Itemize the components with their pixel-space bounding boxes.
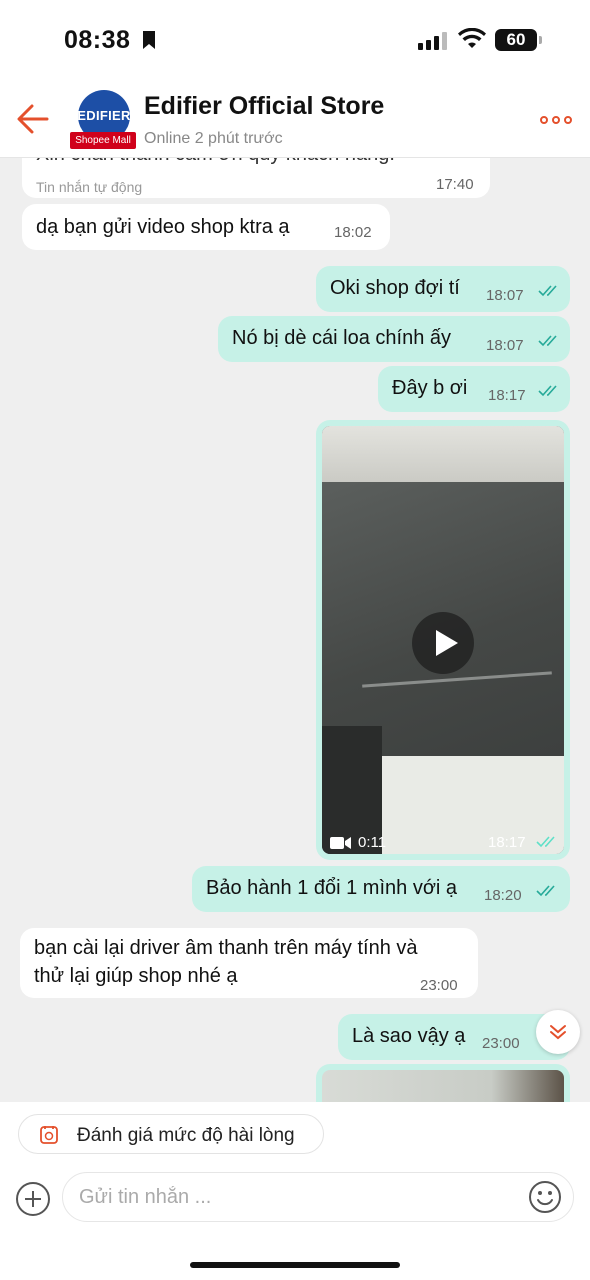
message-time: 17:40: [436, 176, 474, 193]
message-bubble-incoming: bạn cài lại driver âm thanh trên máy tín…: [20, 928, 478, 998]
home-indicator: [190, 1262, 400, 1268]
message-time: 18:02: [334, 224, 372, 241]
video-thumbnail[interactable]: 0:11 18:17: [322, 426, 564, 854]
message-video-outgoing[interactable]: [316, 1064, 570, 1102]
video-duration: 0:11: [358, 834, 387, 851]
rating-clipboard-icon: [40, 1126, 58, 1144]
message-time: 18:17: [488, 387, 526, 404]
composer-area: Đánh giá mức độ hài lòng: [0, 1102, 590, 1280]
avatar-brand-text: EDIFIER: [77, 108, 131, 123]
message-bubble-outgoing: Oki shop đợi tí 18:07: [316, 266, 570, 312]
read-ticks-icon: [536, 836, 555, 848]
message-bubble-outgoing: Là sao vậy ạ 23:00: [338, 1014, 570, 1060]
store-name[interactable]: Edifier Official Store: [144, 92, 384, 121]
video-frame-wall: [322, 426, 564, 486]
message-time: 18:07: [486, 337, 524, 354]
message-text-line: bạn cài lại driver âm thanh trên máy tín…: [34, 937, 418, 959]
message-text: Là sao vậy ạ: [352, 1025, 466, 1047]
message-bubble-outgoing: Đây b ơi 18:17: [378, 366, 570, 412]
message-text: Đây b ơi: [392, 377, 468, 399]
message-text: Xin chân thành cảm ơn quý khách hàng!: [36, 158, 476, 168]
add-attachment-button[interactable]: [16, 1182, 50, 1216]
chat-messages[interactable]: Xin chân thành cảm ơn quý khách hàng! Ti…: [0, 158, 590, 1102]
status-bar: 08:38 60: [0, 0, 590, 80]
message-time: 23:00: [482, 1035, 520, 1052]
back-arrow-icon[interactable]: [16, 102, 50, 136]
online-status: Online 2 phút trước: [144, 130, 283, 147]
message-time: 18:17: [488, 834, 526, 851]
message-time: 18:20: [484, 887, 522, 904]
store-avatar[interactable]: EDIFIER Shopee Mall: [70, 90, 136, 152]
scroll-to-bottom-button[interactable]: [536, 1010, 580, 1054]
message-time: 23:00: [420, 977, 458, 994]
read-ticks-icon: [538, 335, 557, 347]
battery-indicator: 60: [495, 29, 537, 51]
shopee-mall-badge: Shopee Mall: [70, 132, 136, 149]
message-text: Bảo hành 1 đổi 1 mình với ạ: [206, 877, 458, 899]
message-bubble-incoming: dạ bạn gửi video shop ktra ạ 18:02: [22, 204, 390, 250]
auto-message-label: Tin nhắn tự động: [36, 179, 143, 195]
bookmark-icon: [143, 31, 155, 49]
battery-cap: [539, 36, 542, 44]
message-text: dạ bạn gửi video shop ktra ạ: [36, 216, 290, 238]
rate-satisfaction-chip[interactable]: Đánh giá mức độ hài lòng: [18, 1114, 324, 1154]
status-time: 08:38: [64, 26, 131, 54]
message-bubble-outgoing: Bảo hành 1 đổi 1 mình với ạ 18:20: [192, 866, 570, 912]
rate-satisfaction-label: Đánh giá mức độ hài lòng: [77, 1125, 295, 1146]
message-text: Nó bị dè cái loa chính ấy: [232, 327, 452, 349]
chat-header: EDIFIER Shopee Mall Edifier Official Sto…: [0, 80, 590, 158]
message-time: 18:07: [486, 287, 524, 304]
cellular-signal-icon: [418, 32, 447, 50]
more-options-icon[interactable]: [540, 116, 572, 124]
wifi-icon: [458, 28, 486, 48]
message-text-line: thử lại giúp shop nhé ạ: [34, 965, 238, 987]
play-button-icon[interactable]: [412, 612, 474, 674]
message-input[interactable]: [62, 1172, 574, 1222]
video-camera-icon: [330, 837, 351, 849]
message-text: Oki shop đợi tí: [330, 277, 460, 299]
message-bubble-incoming: Xin chân thành cảm ơn quý khách hàng! Ti…: [22, 158, 490, 198]
read-ticks-icon: [538, 285, 557, 297]
read-ticks-icon: [536, 885, 555, 897]
read-ticks-icon: [538, 385, 557, 397]
video-thumbnail[interactable]: [322, 1070, 564, 1102]
emoji-icon[interactable]: [528, 1180, 562, 1214]
message-video-outgoing[interactable]: 0:11 18:17: [316, 420, 570, 860]
message-bubble-outgoing: Nó bị dè cái loa chính ấy 18:07: [218, 316, 570, 362]
double-chevron-down-icon: [550, 1025, 566, 1040]
